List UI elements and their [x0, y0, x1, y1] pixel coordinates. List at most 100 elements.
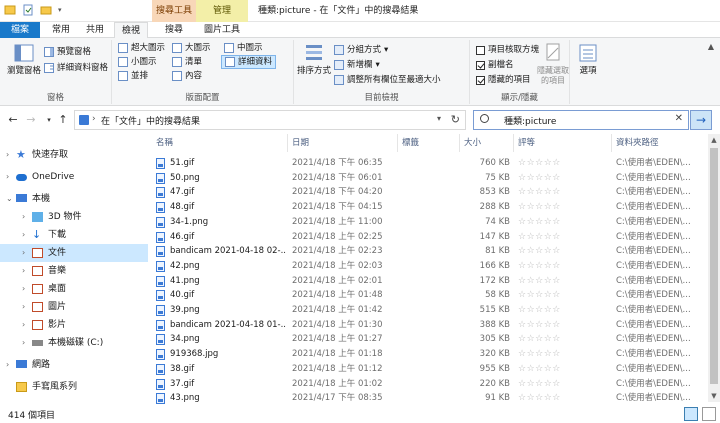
- column-folder-path[interactable]: 資料夾路徑: [612, 134, 708, 152]
- rating-stars[interactable]: ☆☆☆☆☆: [518, 156, 608, 171]
- address-bar[interactable]: › 在「文件」中的搜尋結果 ▾ ↻: [74, 110, 466, 130]
- collapse-arrow-icon[interactable]: ⌄: [6, 190, 13, 208]
- expand-arrow-icon[interactable]: ›: [6, 356, 9, 374]
- add-column-button[interactable]: 新增欄 ▾: [334, 59, 380, 71]
- layout-small-icons[interactable]: 小圖示: [118, 56, 157, 68]
- options-button[interactable]: 選項: [572, 42, 604, 76]
- rating-stars[interactable]: ☆☆☆☆☆: [518, 318, 608, 333]
- extensions-toggle[interactable]: 副檔名: [476, 59, 514, 71]
- column-date[interactable]: 日期: [288, 134, 398, 152]
- rating-stars[interactable]: ☆☆☆☆☆: [518, 332, 608, 347]
- expand-arrow-icon[interactable]: ›: [22, 208, 25, 226]
- expand-arrow-icon[interactable]: ›: [22, 244, 25, 262]
- item-checkboxes-toggle[interactable]: 項目核取方塊: [476, 44, 539, 56]
- layout-large-icons[interactable]: 大圖示: [172, 42, 211, 54]
- tab-view[interactable]: 檢視: [114, 22, 148, 39]
- recent-locations-chevron-icon[interactable]: ▾: [42, 112, 56, 128]
- table-row[interactable]: 50.png 2021/4/18 下午 06:01 75 KB ☆☆☆☆☆ C:\使用者…: [152, 171, 708, 186]
- layout-extra-large-icons[interactable]: 超大圖示: [118, 42, 165, 54]
- rating-stars[interactable]: ☆☆☆☆☆: [518, 230, 608, 245]
- details-view-icon[interactable]: [684, 407, 698, 421]
- search-box[interactable]: 種類:picture ✕: [473, 110, 689, 130]
- up-button[interactable]: ↑: [56, 112, 70, 128]
- rating-stars[interactable]: ☆☆☆☆☆: [518, 244, 608, 259]
- scrollbar-thumb[interactable]: [710, 148, 718, 384]
- rating-stars[interactable]: ☆☆☆☆☆: [518, 200, 608, 215]
- clear-search-icon[interactable]: ✕: [675, 113, 683, 124]
- layout-list[interactable]: 清單: [172, 56, 202, 68]
- rating-stars[interactable]: ☆☆☆☆☆: [518, 303, 608, 318]
- chevron-down-icon[interactable]: ▾: [58, 4, 66, 16]
- address-dropdown-icon[interactable]: ▾: [437, 114, 441, 123]
- nav-item-videos[interactable]: › 影片: [0, 316, 148, 334]
- nav-item-handwriting-series[interactable]: 手寫風系列: [0, 378, 148, 396]
- column-size[interactable]: 大小: [460, 134, 514, 152]
- layout-details[interactable]: 詳細資料: [220, 55, 277, 69]
- hide-selected-button[interactable]: 隱藏選取的項目: [536, 42, 570, 86]
- table-row[interactable]: 42.png 2021/4/18 上午 02:03 166 KB ☆☆☆☆☆ C:\使用…: [152, 259, 708, 274]
- table-row[interactable]: 51.gif 2021/4/18 下午 06:35 760 KB ☆☆☆☆☆ C:\使用…: [152, 156, 708, 171]
- preview-pane-button[interactable]: 預覽窗格: [44, 46, 91, 58]
- expand-arrow-icon[interactable]: ›: [22, 334, 25, 352]
- expand-arrow-icon[interactable]: ›: [22, 262, 25, 280]
- layout-medium-icons[interactable]: 中圖示: [224, 42, 263, 54]
- nav-item-documents[interactable]: › 文件: [0, 244, 148, 262]
- tab-picture-tools[interactable]: 圖片工具: [196, 22, 248, 38]
- tab-search[interactable]: 搜尋: [152, 22, 196, 38]
- nav-item-this-pc[interactable]: ⌄ 本機: [0, 190, 148, 208]
- vertical-scrollbar[interactable]: ▲ ▼: [708, 134, 720, 402]
- large-icons-view-icon[interactable]: [702, 407, 716, 421]
- expand-arrow-icon[interactable]: ›: [22, 280, 25, 298]
- back-button[interactable]: ←: [6, 112, 20, 128]
- rating-stars[interactable]: ☆☆☆☆☆: [518, 171, 608, 186]
- rating-stars[interactable]: ☆☆☆☆☆: [518, 215, 608, 230]
- table-row[interactable]: 40.gif 2021/4/18 上午 01:48 58 KB ☆☆☆☆☆ C:\使用者…: [152, 288, 708, 303]
- tab-file[interactable]: 檔案: [0, 22, 40, 38]
- expand-arrow-icon[interactable]: ›: [22, 298, 25, 316]
- expand-arrow-icon[interactable]: ›: [22, 226, 25, 244]
- nav-item-3d-objects[interactable]: › 3D 物件: [0, 208, 148, 226]
- table-row[interactable]: 38.gif 2021/4/18 上午 01:12 955 KB ☆☆☆☆☆ C:\使用…: [152, 362, 708, 377]
- rating-stars[interactable]: ☆☆☆☆☆: [518, 274, 608, 289]
- rating-stars[interactable]: ☆☆☆☆☆: [518, 259, 608, 274]
- scroll-up-icon[interactable]: ▲: [708, 134, 720, 146]
- nav-pane-button[interactable]: 瀏覽窗格: [4, 42, 44, 76]
- table-row[interactable]: 46.gif 2021/4/18 上午 02:25 147 KB ☆☆☆☆☆ C:\使用…: [152, 230, 708, 245]
- expand-arrow-icon[interactable]: ›: [6, 168, 9, 186]
- table-row[interactable]: 39.png 2021/4/18 上午 01:42 515 KB ☆☆☆☆☆ C:\使用…: [152, 303, 708, 318]
- search-go-button[interactable]: →: [690, 110, 712, 130]
- table-row[interactable]: 34-1.png 2021/4/18 上午 11:00 74 KB ☆☆☆☆☆ C:\使…: [152, 215, 708, 230]
- nav-item-onedrive[interactable]: › OneDrive: [0, 168, 148, 186]
- tab-home[interactable]: 常用: [46, 22, 76, 38]
- nav-item-music[interactable]: › 音樂: [0, 262, 148, 280]
- search-input[interactable]: 種類:picture: [504, 114, 556, 127]
- hidden-items-toggle[interactable]: 隱藏的項目: [476, 74, 531, 86]
- table-row[interactable]: bandicam 2021-04-18 02-... 2021/4/18 上午 0…: [152, 244, 708, 259]
- rating-stars[interactable]: ☆☆☆☆☆: [518, 288, 608, 303]
- rating-stars[interactable]: ☆☆☆☆☆: [518, 185, 608, 200]
- nav-item-network[interactable]: › 網路: [0, 356, 148, 374]
- layout-content[interactable]: 內容: [172, 70, 202, 82]
- table-row[interactable]: bandicam 2021-04-18 01-... 2021/4/18 上午 0…: [152, 318, 708, 333]
- table-row[interactable]: 919368.jpg 2021/4/18 上午 01:18 320 KB ☆☆☆☆☆ C…: [152, 347, 708, 362]
- properties-icon[interactable]: [22, 4, 34, 16]
- table-row[interactable]: 34.png 2021/4/18 上午 01:27 305 KB ☆☆☆☆☆ C:\使用…: [152, 332, 708, 347]
- nav-item-desktop[interactable]: › 桌面: [0, 280, 148, 298]
- rating-stars[interactable]: ☆☆☆☆☆: [518, 362, 608, 377]
- column-name[interactable]: 名稱: [152, 134, 288, 152]
- refresh-icon[interactable]: ↻: [451, 113, 460, 126]
- new-folder-icon[interactable]: [40, 4, 52, 16]
- table-row[interactable]: 37.gif 2021/4/18 上午 01:02 220 KB ☆☆☆☆☆ C:\使用…: [152, 377, 708, 392]
- nav-item-local-disk-c[interactable]: › 本機磁碟 (C:): [0, 334, 148, 352]
- expand-arrow-icon[interactable]: ›: [6, 146, 9, 164]
- scroll-down-icon[interactable]: ▼: [708, 390, 720, 402]
- expand-arrow-icon[interactable]: ›: [22, 316, 25, 334]
- fit-columns-button[interactable]: 調整所有欄位至最適大小: [334, 74, 441, 86]
- nav-item-downloads[interactable]: › ↓ 下載: [0, 226, 148, 244]
- nav-item-pictures[interactable]: › 圖片: [0, 298, 148, 316]
- details-pane-button[interactable]: 詳細資料窗格: [44, 62, 108, 74]
- sort-by-button[interactable]: 排序方式: [296, 42, 332, 76]
- rating-stars[interactable]: ☆☆☆☆☆: [518, 377, 608, 392]
- column-tags[interactable]: 標籤: [398, 134, 460, 152]
- layout-tiles[interactable]: 並排: [118, 70, 148, 82]
